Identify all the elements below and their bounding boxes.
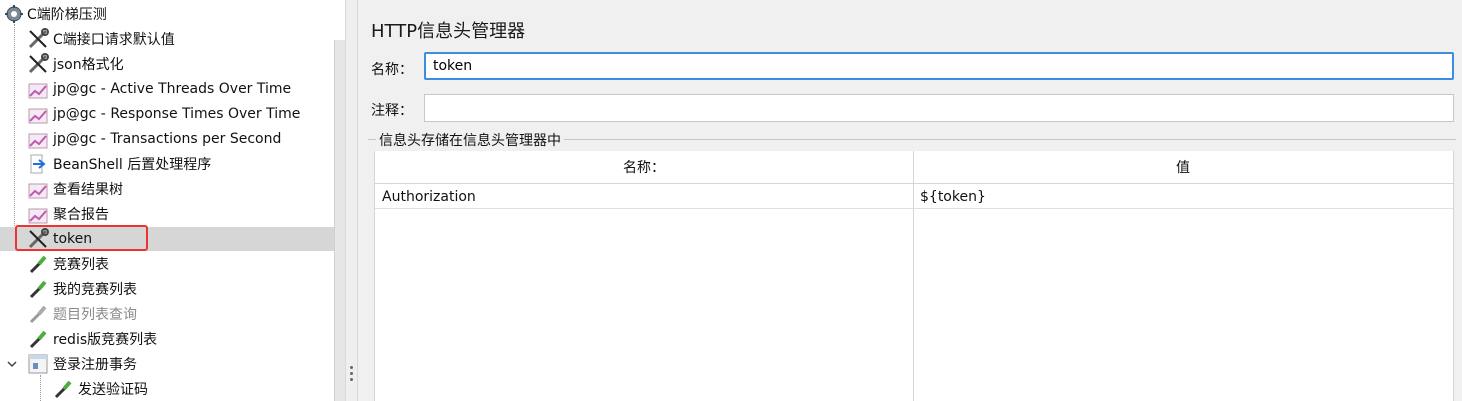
pipette-icon — [27, 278, 49, 300]
tree-item-json-format[interactable]: json格式化 — [0, 52, 334, 76]
tree-item-label: 登录注册事务 — [53, 357, 137, 373]
tree-item-label: C端接口请求默认值 — [53, 32, 175, 48]
tree-item-beanshell[interactable]: BeanShell 后置处理程序 — [0, 152, 334, 176]
tree-item-response-times[interactable]: jp@gc - Response Times Over Time — [0, 102, 334, 126]
chevron-down-icon[interactable] — [4, 353, 20, 375]
graph-icon — [27, 128, 49, 150]
selection-highlight — [15, 225, 148, 251]
name-label: 名称： — [371, 62, 413, 78]
tree-item-label: jp@gc - Active Threads Over Time — [53, 81, 292, 97]
name-field-value: token — [433, 58, 473, 74]
panel-splitter[interactable] — [345, 0, 358, 401]
headers-table[interactable]: 名称： 值 Authorization ${token} — [374, 151, 1454, 401]
wrench-icon — [27, 28, 49, 50]
tree-item-label: BeanShell 后置处理程序 — [53, 157, 212, 173]
tree-item-contest-list[interactable]: 竞赛列表 — [0, 252, 334, 276]
pipette-icon — [27, 303, 49, 325]
splitter-grip-icon[interactable] — [350, 366, 353, 384]
tree-item-my-contest-list[interactable]: 我的竞赛列表 — [0, 277, 334, 301]
column-header-value[interactable]: 值 — [913, 151, 1453, 184]
group-title: 信息头存储在信息头管理器中 — [376, 130, 564, 150]
tree-item-label: jp@gc - Transactions per Second — [53, 131, 282, 147]
tree-node-root[interactable]: C端阶梯压测 — [0, 2, 334, 26]
comment-field[interactable] — [424, 94, 1454, 122]
controller-icon — [27, 353, 49, 375]
pipette-icon — [52, 378, 74, 400]
tree-item-label: 聚合报告 — [53, 207, 109, 223]
tree-item-c-defaults[interactable]: C端接口请求默认值 — [0, 27, 334, 51]
tree-item-question-query[interactable]: 题目列表查询 — [0, 302, 334, 326]
tree-item-label: 竞赛列表 — [53, 257, 109, 273]
tree-item-tps[interactable]: jp@gc - Transactions per Second — [0, 127, 334, 151]
tree-item-label: jp@gc - Response Times Over Time — [53, 106, 301, 122]
tree-item-send-code[interactable]: 发送验证码 — [0, 377, 334, 401]
graph-icon — [27, 78, 49, 100]
tree-item-view-results[interactable]: 查看结果树 — [0, 177, 334, 201]
tree-item-label: 发送验证码 — [78, 382, 148, 398]
tree-item-label: 题目列表查询 — [53, 307, 137, 323]
tree-item-aggregate-report[interactable]: 聚合报告 — [0, 202, 334, 226]
name-field[interactable]: token — [424, 52, 1454, 80]
pipette-icon — [27, 328, 49, 350]
table-cell-name[interactable]: Authorization — [375, 184, 913, 209]
tree-item-login-transaction[interactable]: 登录注册事务 — [0, 352, 334, 376]
tree-item-label: 我的竞赛列表 — [53, 282, 137, 298]
arrow-icon — [27, 153, 49, 175]
column-header-name[interactable]: 名称： — [375, 151, 913, 184]
tree-item-label: redis版竞赛列表 — [53, 332, 158, 348]
tree-item-label: json格式化 — [53, 57, 124, 73]
graph-icon — [27, 103, 49, 125]
tree-item-active-threads[interactable]: jp@gc - Active Threads Over Time — [0, 77, 334, 101]
gear-icon — [3, 3, 25, 25]
row-divider — [375, 208, 1453, 209]
header-manager-panel: HTTP信息头管理器 名称： token 注释： 信息头存储在信息头管理器中 名… — [358, 0, 1462, 401]
table-cell-value[interactable]: ${token} — [913, 184, 1453, 209]
panel-title: HTTP信息头管理器 — [371, 21, 526, 42]
tree-scrollbar[interactable] — [334, 40, 345, 401]
pipette-icon — [27, 253, 49, 275]
tree-item-redis-contest-list[interactable]: redis版竞赛列表 — [0, 327, 334, 351]
tree-node-root-label: C端阶梯压测 — [27, 7, 107, 23]
graph-icon — [27, 178, 49, 200]
test-plan-tree[interactable]: C端阶梯压测 C端接口请求默认值 json格式化 jp@gc - Active … — [0, 0, 345, 401]
comment-label: 注释： — [371, 103, 413, 119]
graph-icon — [27, 203, 49, 225]
wrench-icon — [27, 53, 49, 75]
tree-item-label: 查看结果树 — [53, 182, 123, 198]
